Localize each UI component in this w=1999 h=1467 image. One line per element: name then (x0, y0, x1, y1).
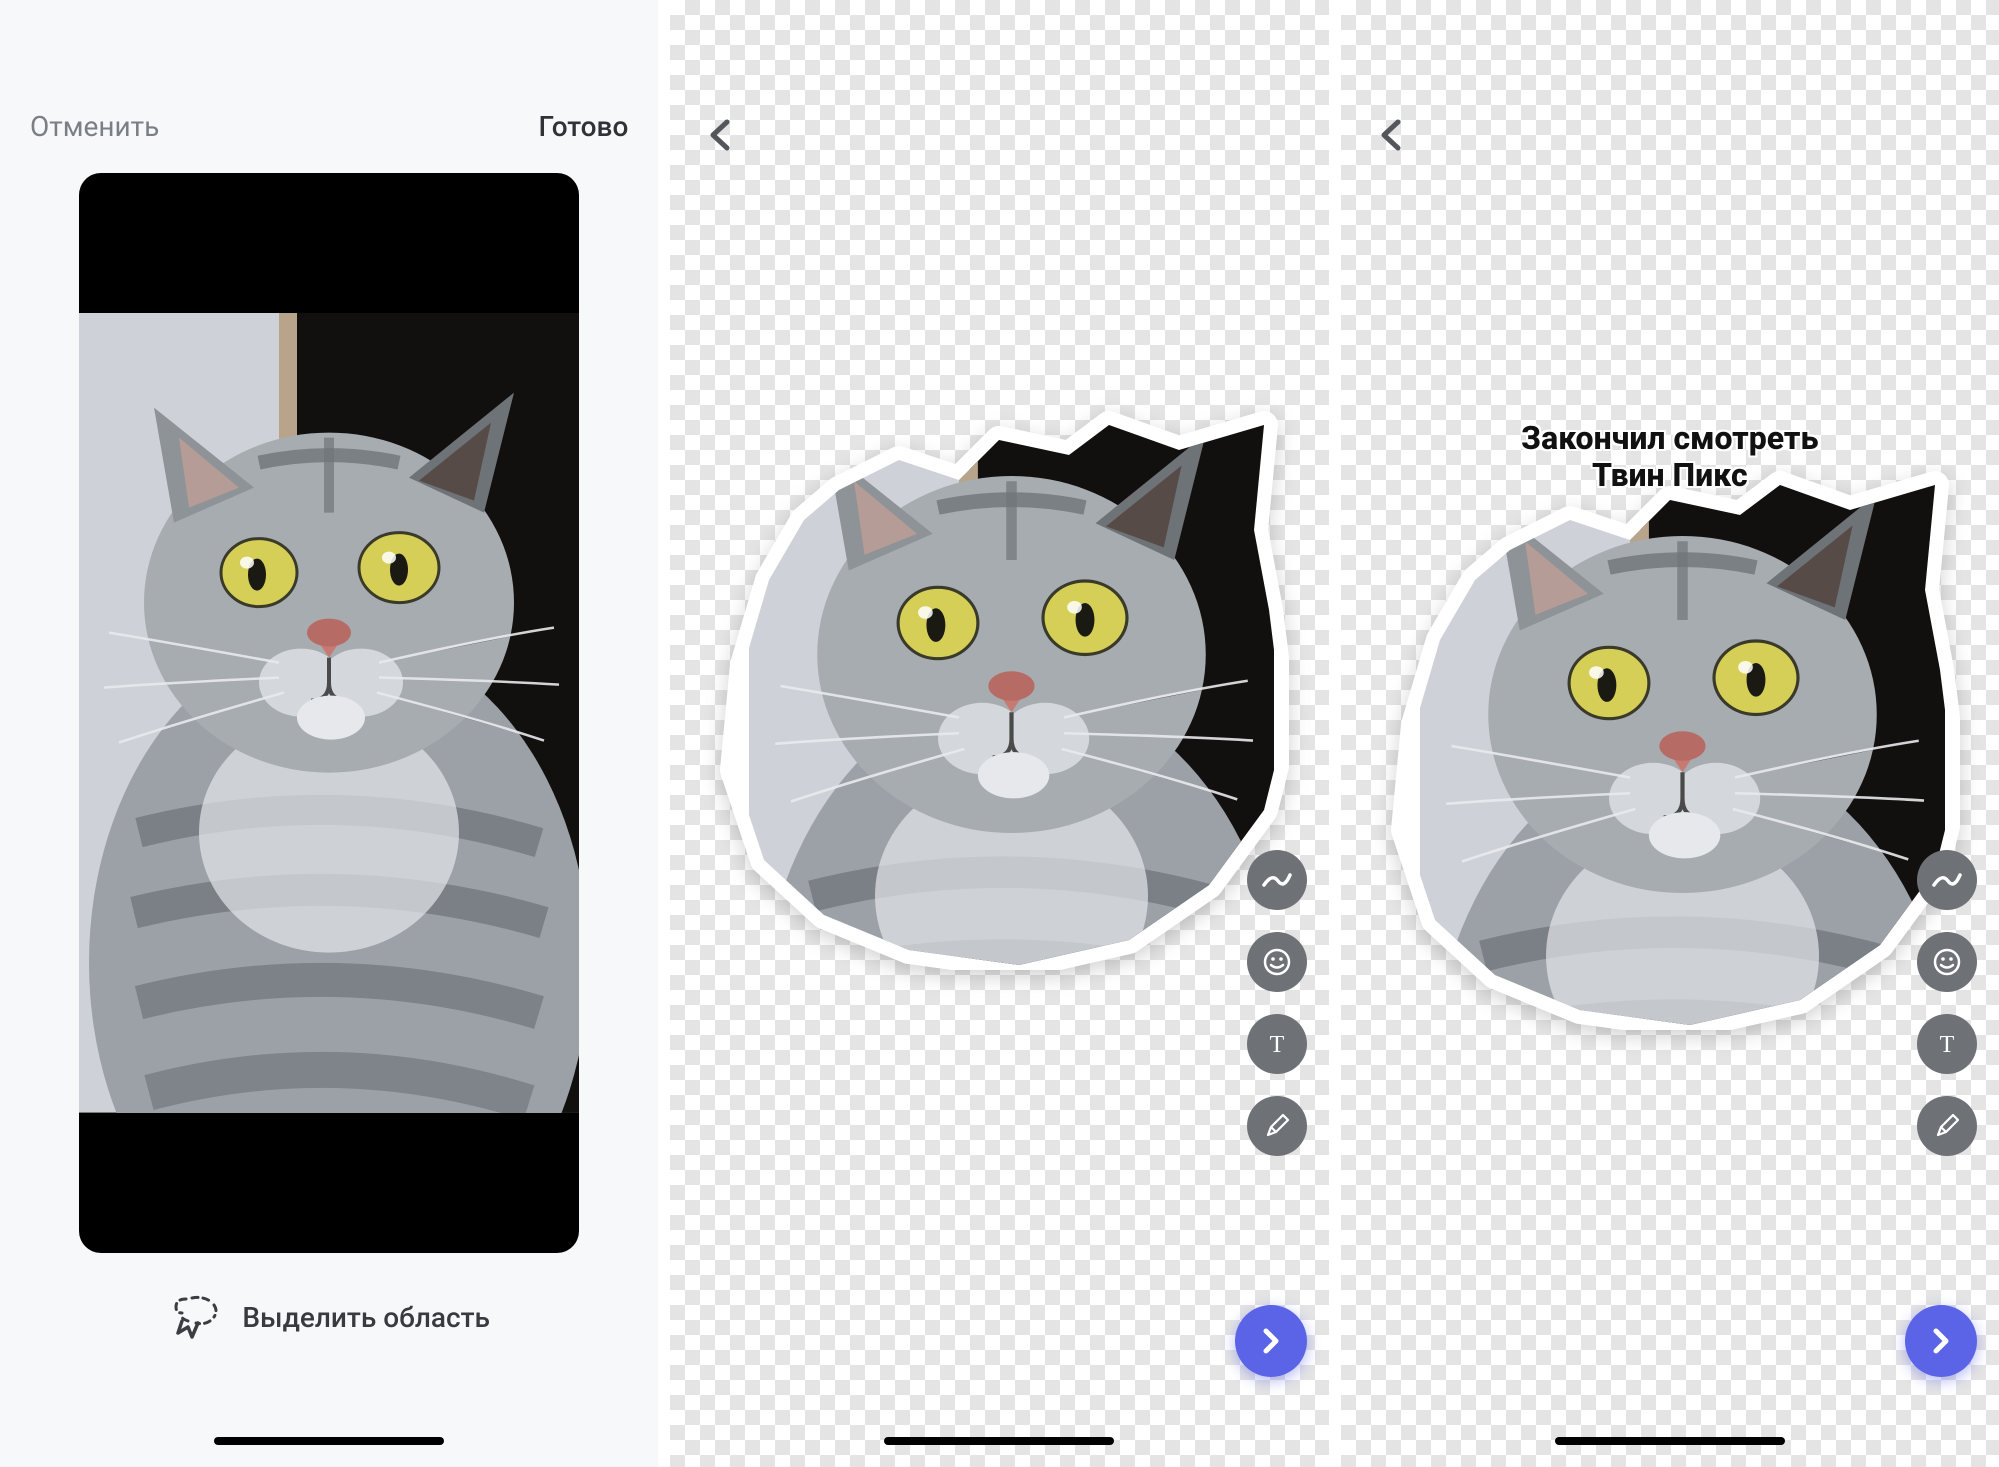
cat-sticker (709, 410, 1289, 970)
back-button[interactable] (700, 115, 740, 155)
chevron-right-icon (1926, 1326, 1956, 1356)
chevron-left-icon (1378, 118, 1404, 152)
select-area-label: Выделить область (242, 1301, 490, 1334)
svg-text:T: T (1269, 1032, 1284, 1058)
select-area-button[interactable]: Выделить область (0, 1293, 658, 1341)
pencil-icon (1933, 1112, 1961, 1140)
panel-sticker-edit: T (670, 0, 1328, 1467)
photo-preview[interactable] (79, 173, 579, 1253)
crop-topbar: Отменить Готово (0, 0, 658, 173)
text-icon: T (1263, 1030, 1291, 1058)
sticker-cutout[interactable] (1380, 470, 1960, 1030)
draw-tool-button[interactable] (1247, 1096, 1307, 1156)
chevron-left-icon (707, 118, 733, 152)
text-icon: T (1933, 1030, 1961, 1058)
pencil-icon (1263, 1112, 1291, 1140)
svg-text:T: T (1940, 1032, 1955, 1058)
panel-sticker-captioned: Закончил смотреть Твин Пикс T (1341, 0, 1999, 1467)
panel-crop: Отменить Готово Выделить область (0, 0, 658, 1467)
lasso-icon (168, 1293, 220, 1341)
sticker-caption[interactable]: Закончил смотреть Твин Пикс (1521, 420, 1818, 494)
home-indicator (214, 1437, 444, 1445)
tool-stack: T (1247, 850, 1307, 1156)
text-tool-button[interactable]: T (1247, 1014, 1307, 1074)
emoji-tool-button[interactable] (1247, 932, 1307, 992)
emoji-tool-button[interactable] (1917, 932, 1977, 992)
outline-icon (1262, 871, 1292, 889)
outline-tool-button[interactable] (1917, 850, 1977, 910)
cat-photo (79, 313, 579, 1112)
chevron-right-icon (1256, 1326, 1286, 1356)
next-button[interactable] (1235, 1305, 1307, 1377)
text-tool-button[interactable]: T (1917, 1014, 1977, 1074)
home-indicator (884, 1437, 1114, 1445)
tool-stack: T (1917, 850, 1977, 1156)
done-button[interactable]: Готово (539, 110, 629, 143)
cancel-button[interactable]: Отменить (30, 110, 159, 143)
cat-sticker (1380, 470, 1960, 1030)
sticker-cutout[interactable] (709, 410, 1289, 970)
outline-tool-button[interactable] (1247, 850, 1307, 910)
draw-tool-button[interactable] (1917, 1096, 1977, 1156)
smile-icon (1262, 947, 1292, 977)
next-button[interactable] (1905, 1305, 1977, 1377)
smile-icon (1932, 947, 1962, 977)
back-button[interactable] (1371, 115, 1411, 155)
home-indicator (1555, 1437, 1785, 1445)
outline-icon (1932, 871, 1962, 889)
